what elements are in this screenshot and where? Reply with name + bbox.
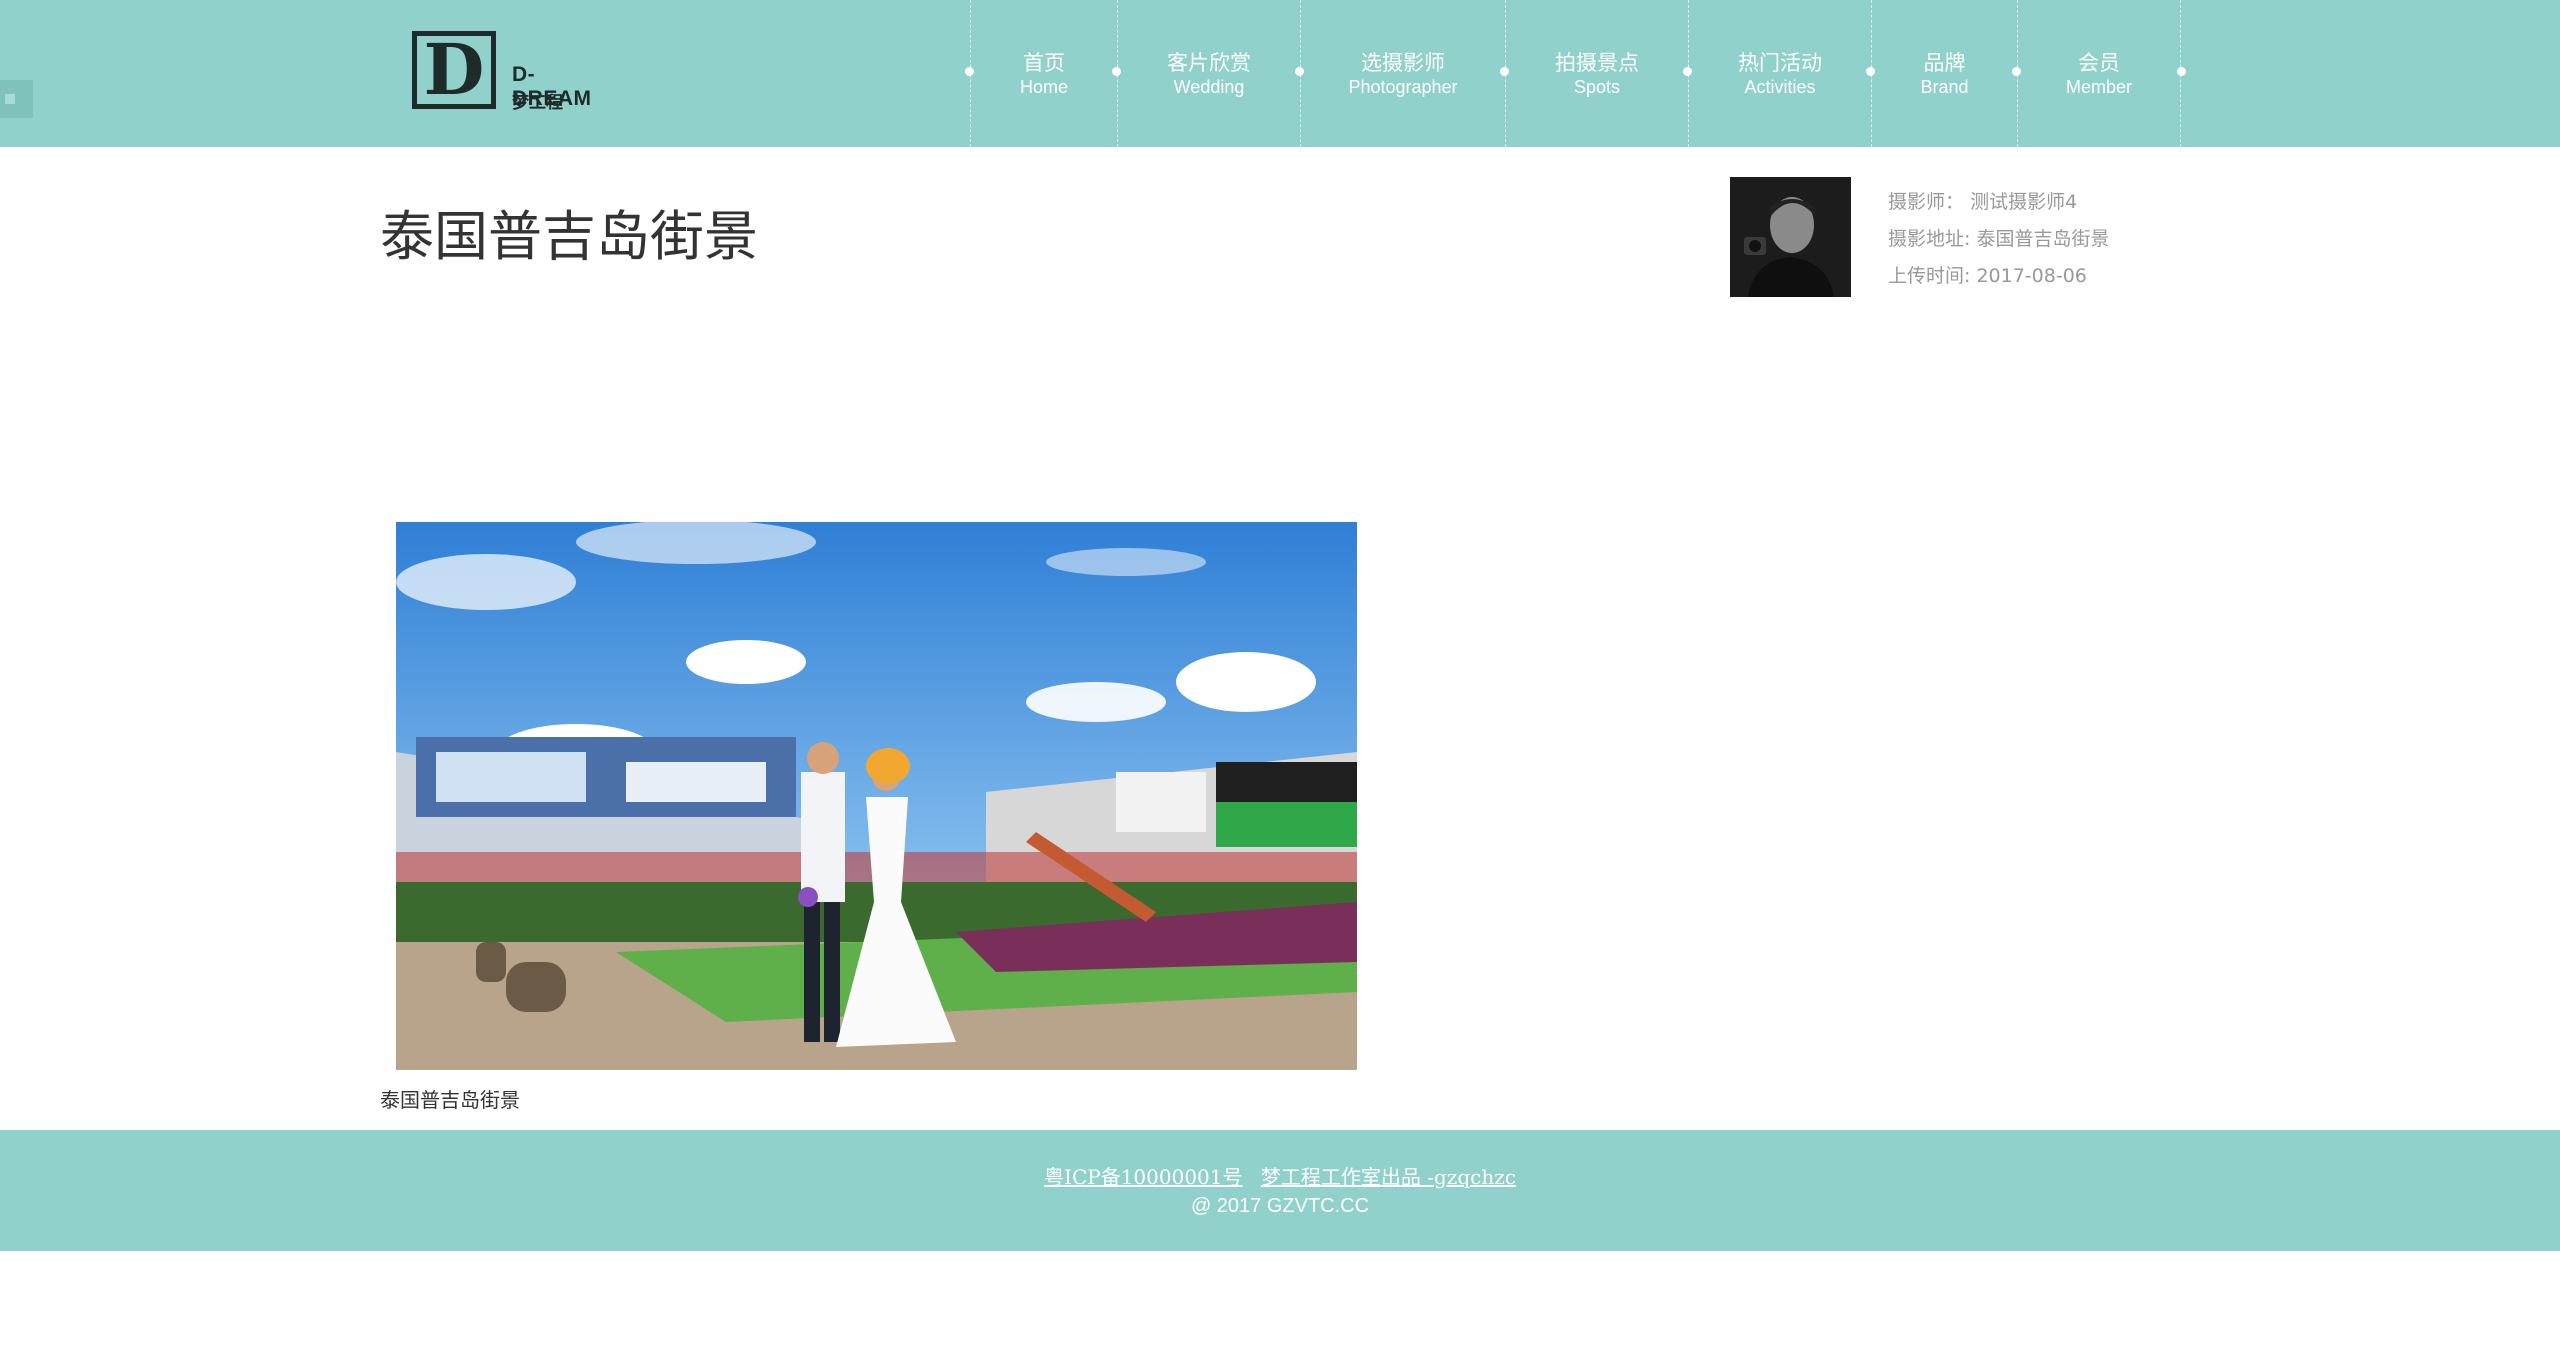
nav-label-cn: 客片欣赏 (1167, 50, 1251, 75)
nav-item-home[interactable]: 首页 Home (965, 0, 1117, 147)
wedding-photo (396, 522, 1357, 1070)
nav-label-en: Activities (1744, 76, 1816, 97)
nav-item-photographer[interactable]: 选摄影师 Photographer (1295, 0, 1505, 147)
meta-date-label: 上传时间: (1888, 265, 1971, 287)
photo-caption: 泰国普吉岛街景 (380, 1088, 520, 1112)
icp-link[interactable]: 粤ICP备10000001号 (1044, 1165, 1242, 1189)
nav-item-member[interactable]: 会员 Member (2012, 0, 2186, 147)
nav-item-wedding[interactable]: 客片欣赏 Wedding (1112, 0, 1300, 147)
nav-label-cn: 首页 (1023, 50, 1065, 75)
footer-copyright: @ 2017 GZVTC.CC (1190, 1195, 1370, 1217)
main-nav: 首页 Home 客片欣赏 Wedding 选摄影师 Photographer 拍… (965, 0, 2186, 147)
nav-item-brand[interactable]: 品牌 Brand (1866, 0, 2017, 147)
logo-subtitle: 梦工程 (512, 93, 563, 113)
nav-label-cn: 品牌 (1923, 50, 1966, 75)
nav-label-cn: 拍摄景点 (1555, 50, 1639, 75)
nav-label-en: Wedding (1173, 76, 1245, 97)
logo-mark: D (412, 30, 496, 110)
studio-link[interactable]: 梦工程工作室出品 -gzqchzc (1261, 1165, 1516, 1189)
meta-photographer-value: 测试摄影师4 (1970, 191, 2078, 213)
site-logo[interactable]: D D-DREAM 梦工程 (412, 30, 612, 115)
meta-location-value: 泰国普吉岛街景 (1976, 228, 2110, 250)
meta-location-label: 摄影地址: (1888, 228, 1971, 250)
meta-location: 摄影地址: 泰国普吉岛街景 (1888, 221, 2109, 258)
nav-label-cn: 会员 (2078, 50, 2120, 75)
site-footer: 粤ICP备10000001号 梦工程工作室出品 -gzqchzc @ 2017 … (0, 1130, 2560, 1251)
site-header: D D-DREAM 梦工程 首页 Home 客片欣赏 Wedding 选摄影师 … (0, 0, 2560, 147)
nav-item-spots[interactable]: 拍摄景点 Spots (1500, 0, 1688, 147)
page-title: 泰国普吉岛街景 (380, 205, 758, 268)
meta-date: 上传时间: 2017-08-06 (1888, 258, 2109, 295)
nav-label-cn: 选摄影师 (1361, 50, 1445, 75)
nav-label-en: Member (2065, 76, 2132, 97)
photographer-avatar[interactable] (1730, 177, 1851, 297)
footer-links: 粤ICP备10000001号 梦工程工作室出品 -gzqchzc (0, 1162, 2560, 1192)
nav-item-activities[interactable]: 热门活动 Activities (1683, 0, 1871, 147)
nav-label-en: Brand (1920, 76, 1969, 97)
nav-label-cn: 热门活动 (1738, 50, 1822, 75)
meta-date-value: 2017-08-06 (1976, 265, 2087, 287)
photo-meta: 摄影师： 测试摄影师4 摄影地址: 泰国普吉岛街景 上传时间: 2017-08-… (1888, 184, 2109, 295)
meta-photographer-label: 摄影师： (1888, 191, 1965, 213)
side-toggle[interactable] (0, 80, 33, 118)
nav-label-en: Spots (1573, 76, 1621, 97)
nav-label-en: Home (1019, 76, 1068, 97)
nav-label-en: Photographer (1348, 76, 1458, 97)
meta-photographer: 摄影师： 测试摄影师4 (1888, 184, 2109, 221)
